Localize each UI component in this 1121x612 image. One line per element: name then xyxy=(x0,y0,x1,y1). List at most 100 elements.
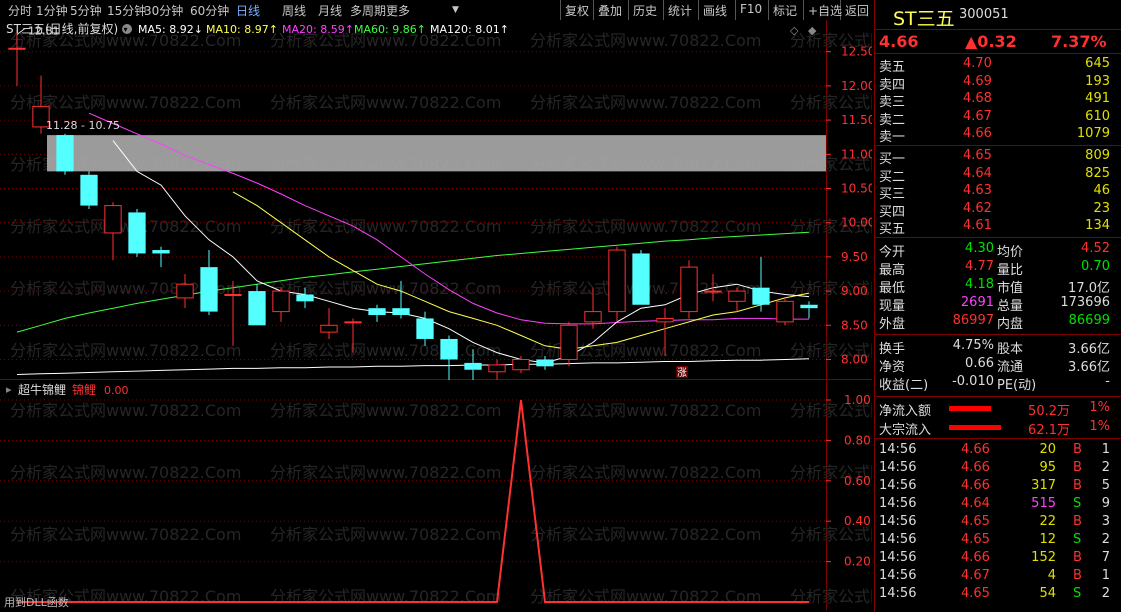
book-volume: 610 xyxy=(1085,108,1110,124)
indicator-name: 超牛锦鲤 xyxy=(18,382,66,397)
toolbar-button-2[interactable]: 历史 xyxy=(633,2,657,19)
book-volume: 23 xyxy=(1093,200,1110,216)
tick-price: 4.65 xyxy=(961,586,990,601)
toolbar-button-8[interactable]: 返回 xyxy=(845,2,869,19)
candle-body xyxy=(488,364,506,373)
pe-value: - xyxy=(1105,374,1110,389)
candle[interactable] xyxy=(80,171,98,209)
ask-row: 卖二 4.67 610 xyxy=(875,108,1121,128)
stat-row: 外盘 86997 内盘 86699 xyxy=(875,312,1121,332)
book-price: 4.62 xyxy=(963,200,992,216)
y-tick-label: 9.50 xyxy=(841,250,868,264)
candle-body xyxy=(608,249,626,313)
candle-body xyxy=(8,47,26,50)
candle-body xyxy=(320,324,338,333)
indicator-chart[interactable]: 分析家公式网www.70822.Com 分析家公式网www.70822.Com 分析… xyxy=(0,380,872,610)
toolbar-separator xyxy=(803,0,804,20)
divider xyxy=(875,29,1121,30)
more-arrow-icon[interactable]: ▼ xyxy=(452,5,459,15)
stat-value: 86997 xyxy=(952,313,994,328)
period-tab-10[interactable]: 更多 xyxy=(386,2,410,19)
tick-direction: B xyxy=(1073,568,1082,583)
candle[interactable] xyxy=(680,260,698,319)
candle-body xyxy=(416,318,434,339)
flow-pct: 1% xyxy=(1089,419,1110,434)
stat-row: 最高 4.77 量比 0.70 xyxy=(875,258,1121,278)
period-tab-5[interactable]: 60分钟 xyxy=(190,2,229,19)
stat-value: 4.18 xyxy=(965,277,994,292)
period-tab-2[interactable]: 5分钟 xyxy=(70,2,102,19)
watermark-text: 分析家公式网www.70822.Com xyxy=(530,463,761,482)
tick-count: 5 xyxy=(1101,478,1110,493)
tick-row: 14:56 4.64 515 S 9 xyxy=(875,495,1121,513)
y-tick-label: 10.00 xyxy=(841,216,872,230)
candle-body xyxy=(464,362,482,370)
candle-body xyxy=(176,283,194,299)
stat-value: 4.77 xyxy=(965,259,994,274)
book-price: 4.63 xyxy=(963,183,992,199)
period-tab-6[interactable]: 日线 xyxy=(236,2,260,19)
period-tab-4[interactable]: 30分钟 xyxy=(144,2,183,19)
period-tab-1[interactable]: 1分钟 xyxy=(36,2,68,19)
toolbar-separator xyxy=(560,0,561,20)
main-chart-bg xyxy=(0,20,872,380)
candle-body xyxy=(128,212,146,254)
toolbar-button-5[interactable]: F10 xyxy=(740,2,762,16)
tick-direction: S xyxy=(1073,532,1082,547)
toolbar-button-0[interactable]: 复权 xyxy=(565,2,589,19)
candle-body xyxy=(200,267,218,312)
period-tab-3[interactable]: 15分钟 xyxy=(107,2,146,19)
candle-body xyxy=(80,174,98,206)
tick-count: 3 xyxy=(1101,514,1110,529)
book-volume: 1079 xyxy=(1076,126,1110,142)
ask-row: 卖一 4.66 1079 xyxy=(875,125,1121,145)
bid-row: 买四 4.62 23 xyxy=(875,200,1121,220)
kline-chart[interactable]: 分析家公式网www.70822.Com 分析家公式网www.70822.Com 分析… xyxy=(0,20,872,380)
candle[interactable] xyxy=(128,209,146,257)
tick-price: 4.64 xyxy=(961,496,990,511)
tick-price: 4.67 xyxy=(961,568,990,583)
book-price: 4.65 xyxy=(963,148,992,163)
book-volume: 491 xyxy=(1085,91,1110,107)
period-tab-8[interactable]: 月线 xyxy=(318,2,342,19)
tick-direction: B xyxy=(1073,514,1082,529)
legend-ma10: MA10: 8.97↑ xyxy=(206,23,278,36)
y-tick-label: 0.80 xyxy=(844,433,871,447)
watermark-text: 分析家公式网www.70822.Com xyxy=(270,401,501,420)
book-price: 4.64 xyxy=(963,165,992,181)
tick-count: 9 xyxy=(1101,496,1110,511)
period-tab-9[interactable]: 多周期 xyxy=(350,2,386,19)
candle[interactable] xyxy=(608,246,626,322)
tick-volume: 95 xyxy=(1039,460,1056,475)
book-volume: 193 xyxy=(1085,73,1110,89)
watermark-text: 分析家公式网www.70822.Com xyxy=(530,401,761,420)
y-tick-label: 11.00 xyxy=(841,147,872,161)
candle[interactable] xyxy=(776,297,794,326)
period-tab-0[interactable]: 分时 xyxy=(8,2,32,19)
toolbar-button-3[interactable]: 统计 xyxy=(668,2,692,19)
candle-body xyxy=(272,290,290,313)
tick-volume: 22 xyxy=(1039,514,1056,529)
tick-volume: 4 xyxy=(1047,568,1056,583)
diamond-filled-icon[interactable]: ◆ xyxy=(808,24,817,37)
toolbar-button-1[interactable]: 叠加 xyxy=(598,2,622,19)
candle-body xyxy=(728,290,746,302)
diamond-icon[interactable]: ◇ xyxy=(790,24,799,37)
legend-ma60: MA60: 9.86↑ xyxy=(354,23,426,36)
candle-body xyxy=(152,250,170,254)
candle[interactable] xyxy=(560,321,578,367)
watermark-text: 分析家公式网www.70822.Com xyxy=(530,217,761,236)
period-tab-7[interactable]: 周线 xyxy=(282,2,306,19)
toolbar-button-7[interactable]: +自选 xyxy=(808,2,842,19)
y-tick-label: 12.00 xyxy=(841,79,872,93)
candle[interactable] xyxy=(56,133,74,175)
candle[interactable] xyxy=(632,250,650,305)
footer-note: 用到DLL函数 xyxy=(4,596,69,609)
legend-ma20: MA20: 8.59↑ xyxy=(282,23,354,36)
toolbar-separator xyxy=(698,0,699,20)
toolbar-button-4[interactable]: 画线 xyxy=(703,2,727,19)
toolbar-button-6[interactable]: 标记 xyxy=(773,2,797,19)
candle-body xyxy=(752,287,770,305)
collapse-icon[interactable]: ▸ xyxy=(6,383,12,396)
candle-body xyxy=(344,321,362,324)
